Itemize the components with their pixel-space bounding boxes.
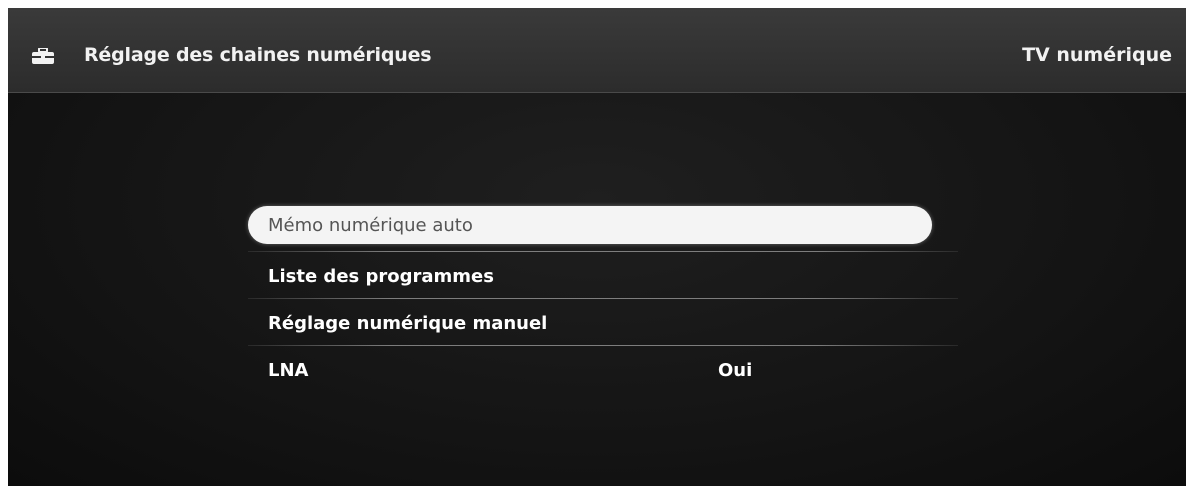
menu-item-label: Mémo numérique auto bbox=[268, 215, 473, 236]
tv-screen: Réglage des chaines numériques TV numéri… bbox=[8, 8, 1186, 486]
input-source-label: TV numérique bbox=[1022, 44, 1172, 66]
menu-item-label: LNA bbox=[268, 360, 309, 381]
menu-item-memo-numerique-auto[interactable]: Mémo numérique auto bbox=[248, 205, 958, 252]
settings-menu: Mémo numérique auto Liste des programmes… bbox=[248, 205, 958, 393]
menu-item-label: Liste des programmes bbox=[268, 266, 494, 287]
page-title: Réglage des chaines numériques bbox=[84, 44, 432, 66]
toolbox-icon bbox=[32, 47, 54, 64]
menu-item-reglage-numerique-manuel[interactable]: Réglage numérique manuel bbox=[248, 299, 958, 346]
header-bar: Réglage des chaines numériques TV numéri… bbox=[8, 8, 1186, 93]
menu-item-value: Oui bbox=[718, 360, 753, 381]
menu-item-label: Réglage numérique manuel bbox=[268, 313, 548, 334]
menu-item-lna[interactable]: LNA Oui bbox=[248, 346, 958, 393]
menu-item-liste-des-programmes[interactable]: Liste des programmes bbox=[248, 252, 958, 299]
